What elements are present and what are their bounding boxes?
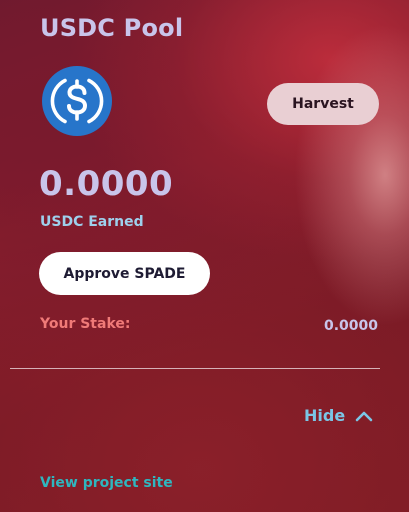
usdc-coin-icon: [42, 66, 112, 136]
view-project-site-link[interactable]: View project site: [40, 475, 173, 491]
your-stake-value: 0.0000: [323, 318, 378, 334]
pool-title: USDC Pool: [40, 14, 184, 42]
your-stake-label: Your Stake:: [40, 316, 131, 332]
approve-button[interactable]: Approve SPADE: [39, 252, 210, 295]
pool-card: USDC Pool Harvest 0.0000 USDC Earned App…: [0, 0, 409, 512]
earned-amount: 0.0000: [39, 164, 174, 204]
earned-label: USDC Earned: [40, 214, 144, 230]
divider: [10, 368, 380, 369]
hide-label: Hide: [304, 406, 346, 425]
harvest-button[interactable]: Harvest: [267, 83, 379, 125]
hide-details-toggle[interactable]: Hide: [304, 406, 373, 425]
chevron-up-icon: [355, 411, 373, 421]
